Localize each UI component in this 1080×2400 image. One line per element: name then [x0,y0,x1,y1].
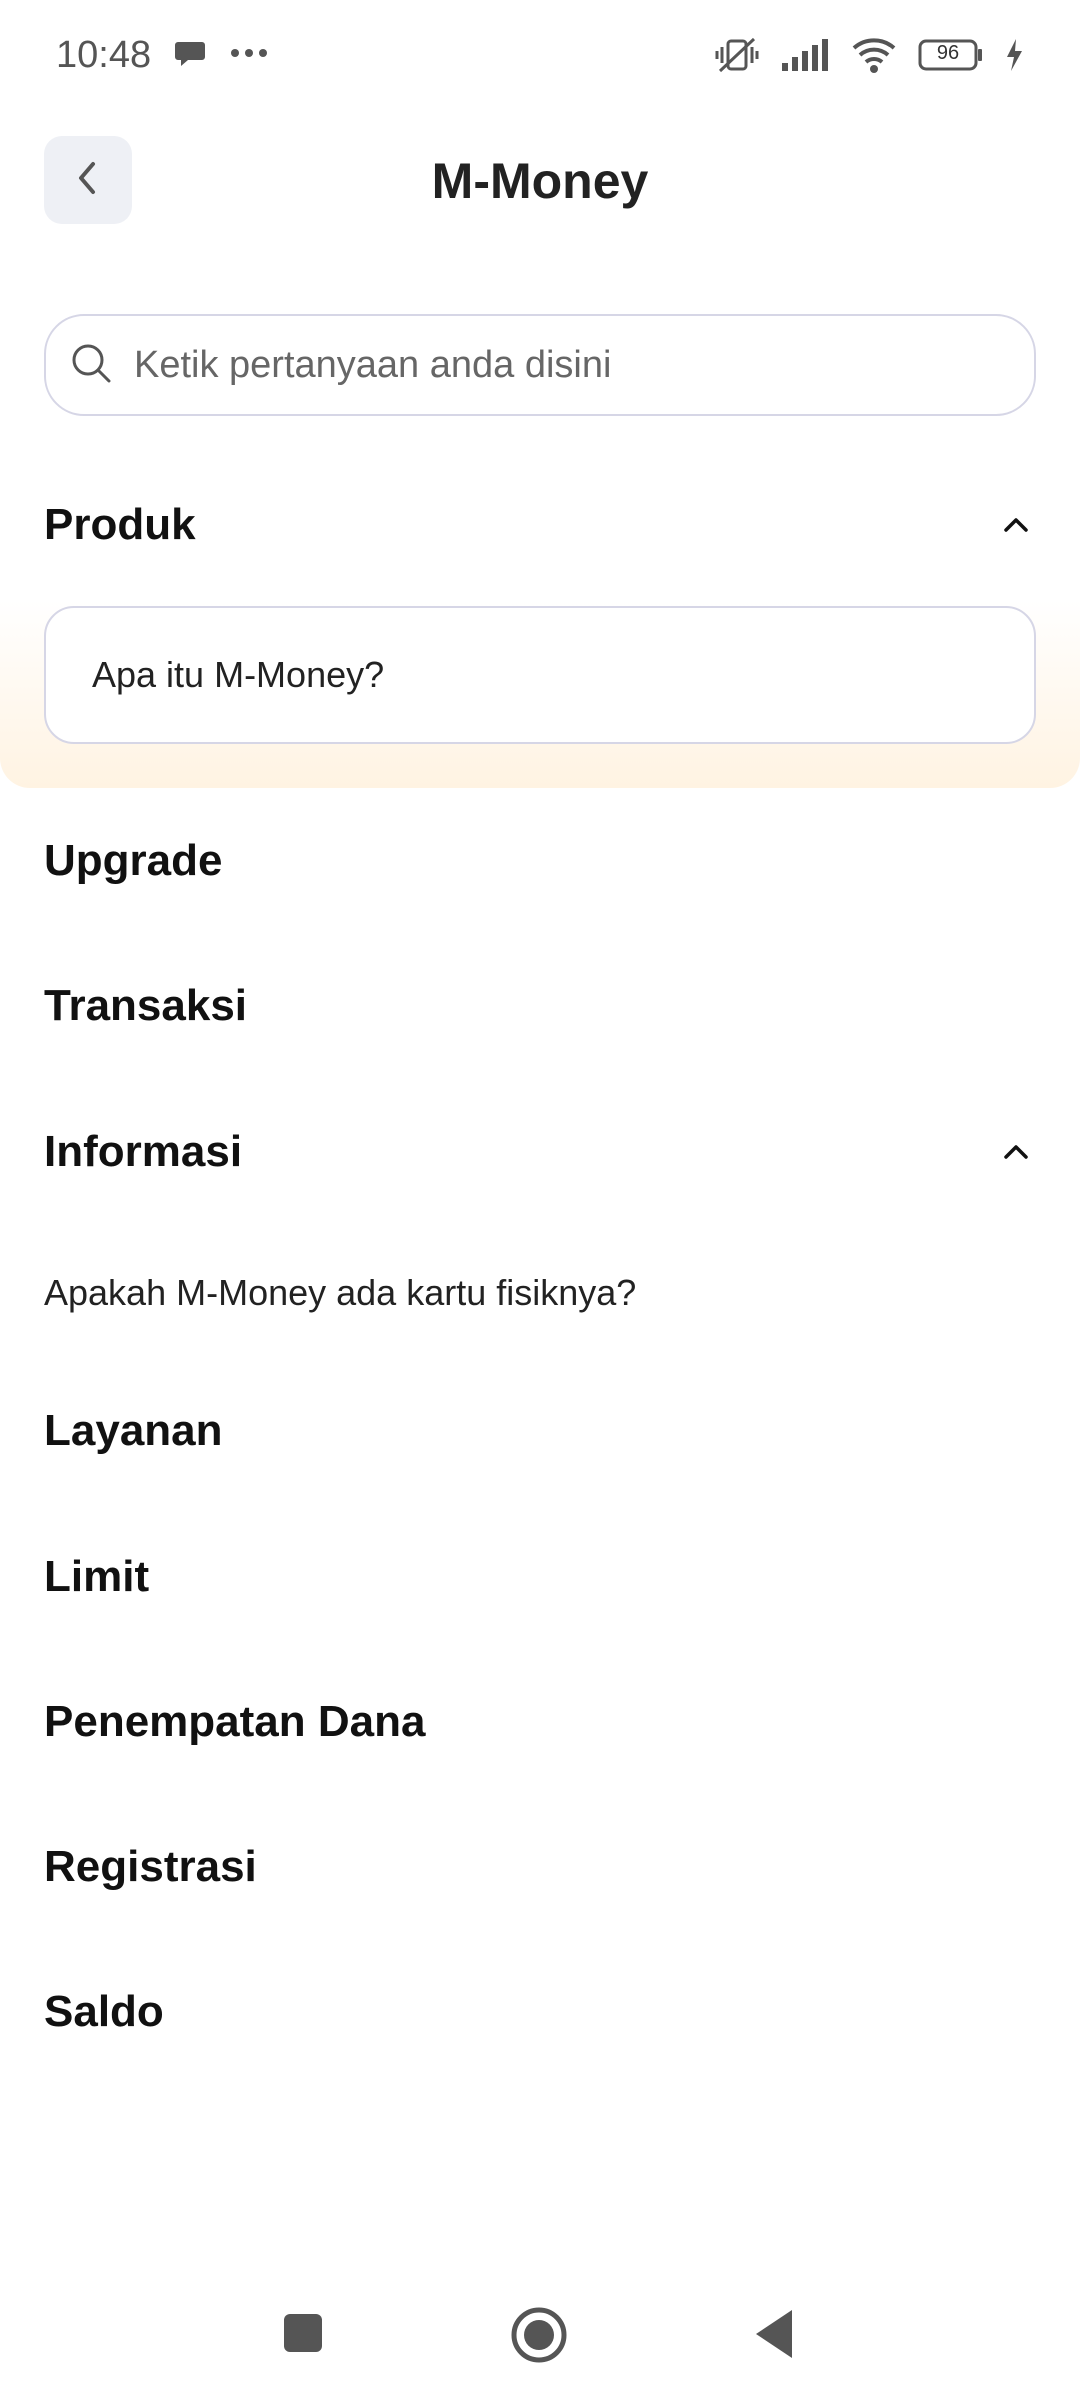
system-nav-bar [0,2290,1080,2380]
faq-question: Apa itu M-Money? [92,654,385,695]
recents-square-icon[interactable] [282,2312,324,2354]
chevron-up-icon[interactable] [996,1132,1036,1172]
section-label: Informasi [44,1127,243,1176]
faq-item[interactable]: Apakah M-Money ada kartu fisiknya? [44,1272,636,1314]
section-registrasi[interactable]: Registrasi [44,1842,1036,1892]
faq-item[interactable]: Apa itu M-Money? [44,606,1036,744]
screen: 10:48 96 M-Money Ketik pertanyaan anda d… [0,0,1080,2400]
section-produk[interactable]: Produk [44,500,1036,550]
section-transaksi[interactable]: Transaksi [44,981,1036,1031]
more-dots-icon [229,46,269,64]
section-label: Upgrade [44,836,223,885]
signal-icon [780,37,830,73]
vibrate-off-icon [714,35,760,75]
section-penempatan-dana[interactable]: Penempatan Dana [44,1697,1036,1747]
section-informasi[interactable]: Informasi [44,1127,1036,1177]
app-header: M-Money [0,136,1080,226]
section-label: Produk [44,500,196,549]
section-label: Registrasi [44,1842,257,1891]
chat-bubble-icon [173,36,207,75]
section-label: Saldo [44,1987,164,2036]
section-label: Transaksi [44,981,248,1030]
section-limit[interactable]: Limit [44,1552,1036,1602]
section-upgrade[interactable]: Upgrade [44,836,1036,886]
search-icon [70,342,112,389]
home-circle-icon[interactable] [510,2306,568,2364]
charging-icon [1004,37,1024,73]
status-time: 10:48 [56,33,152,76]
battery-icon: 96 [918,38,984,72]
chevron-up-icon[interactable] [996,505,1036,545]
status-bar: 10:48 96 [0,0,1080,110]
section-label: Penempatan Dana [44,1697,426,1746]
search-bar[interactable] [44,314,1036,416]
section-saldo[interactable]: Saldo [44,1987,1036,2037]
status-left: 10:48 [56,34,269,77]
search-input[interactable] [134,343,994,387]
status-right: 96 [714,35,1024,75]
wifi-icon [850,36,898,74]
section-label: Layanan [44,1406,223,1455]
back-triangle-icon[interactable] [752,2308,796,2360]
section-layanan[interactable]: Layanan [44,1406,1036,1456]
battery-level: 96 [936,42,960,64]
page-title: M-Money [431,153,649,209]
section-label: Limit [44,1552,150,1601]
